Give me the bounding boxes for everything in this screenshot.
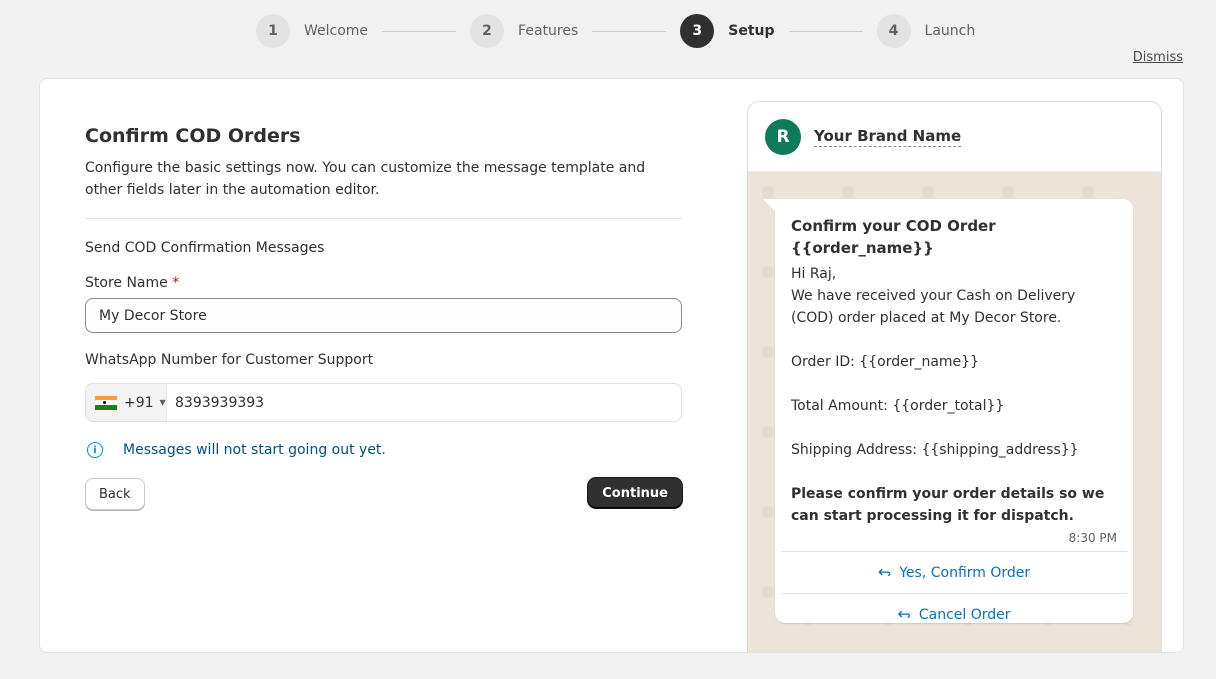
step-features: 2 Features [470,14,578,48]
whatsapp-number-label: WhatsApp Number for Customer Support [85,352,374,368]
store-name-value: My Decor Store [99,307,207,324]
message-intro: We have received your Cash on Delivery (… [791,288,1080,326]
form-actions: Back Continue [85,478,682,510]
message-greeting: Hi Raj, [791,266,837,282]
whatsapp-preview: R Your Brand Name Confirm your COD Order… [747,101,1162,652]
step-connector [382,30,457,32]
step-number: 4 [876,14,911,48]
message-order-id: Order ID: {{order_name}} [791,354,979,370]
store-name-label-text: Store Name [85,275,168,291]
back-button[interactable]: Back [85,478,145,510]
setup-card: Confirm COD Orders Configure the basic s… [39,78,1184,653]
step-launch: 4 Launch [876,14,976,48]
divider [85,218,682,219]
reply-yes-label: Yes, Confirm Order [899,564,1031,581]
step-welcome: 1 Welcome [256,14,368,48]
message-title: Confirm your COD Order {{order_name}} [791,217,996,257]
info-icon: i [87,442,103,458]
reply-icon: ↩ [897,605,911,624]
message-time: 8:30 PM [1068,531,1117,545]
india-flag-icon [95,395,117,410]
info-banner: i Messages will not start going out yet. [85,442,682,458]
step-number: 1 [256,14,290,48]
phone-field: +91 ▼ 8393939393 [85,383,682,422]
store-name-label: Store Name * [85,275,682,291]
message-bubble: Confirm your COD Order {{order_name}} Hi… [763,199,1133,624]
step-label: Launch [924,23,976,39]
caret-down-icon: ▼ [159,398,166,407]
step-label: Welcome [304,23,369,39]
reply-icon: ↩ [877,563,892,582]
dismiss-link[interactable]: Dismiss [1133,50,1183,65]
phone-number-input[interactable]: 8393939393 [167,384,264,421]
brand-name: Your Brand Name [814,126,962,147]
avatar: R [765,118,801,155]
step-number: 2 [470,14,505,48]
cod-settings-form: Confirm COD Orders Configure the basic s… [85,125,682,510]
country-code-select[interactable]: +91 ▼ [86,384,167,421]
required-marker: * [172,275,180,291]
step-connector [788,30,863,32]
phone-number-value: 8393939393 [175,394,265,411]
message-closing: Please confirm your order details so we … [791,486,1110,524]
info-text: Messages will not start going out yet. [123,442,386,458]
message-shipping: Shipping Address: {{shipping_address}} [791,442,1079,458]
message-total: Total Amount: {{order_total}} [791,398,1005,414]
preview-header: R Your Brand Name [748,102,1161,172]
store-name-input[interactable]: My Decor Store [85,298,682,333]
reply-yes-button[interactable]: ↩ Yes, Confirm Order [781,551,1127,593]
country-code: +91 [124,394,154,411]
continue-button[interactable]: Continue [588,478,682,508]
step-connector [592,30,667,32]
section-label: Send COD Confirmation Messages [85,240,325,256]
step-number: 3 [680,14,715,48]
message-body: Confirm your COD Order {{order_name}} Hi… [775,199,1133,527]
reply-cancel-label: Cancel Order [918,606,1011,623]
reply-cancel-button[interactable]: ↩ Cancel Order [781,593,1127,635]
setup-stepper: 1 Welcome 2 Features 3 Setup 4 Launch [256,14,975,48]
page-subtitle: Configure the basic settings now. You ca… [85,160,646,198]
page-title: Confirm COD Orders [85,125,301,147]
step-setup: 3 Setup [680,14,775,48]
step-label: Features [518,23,579,39]
step-label: Setup [728,23,775,39]
chat-background: Confirm your COD Order {{order_name}} Hi… [748,172,1161,652]
